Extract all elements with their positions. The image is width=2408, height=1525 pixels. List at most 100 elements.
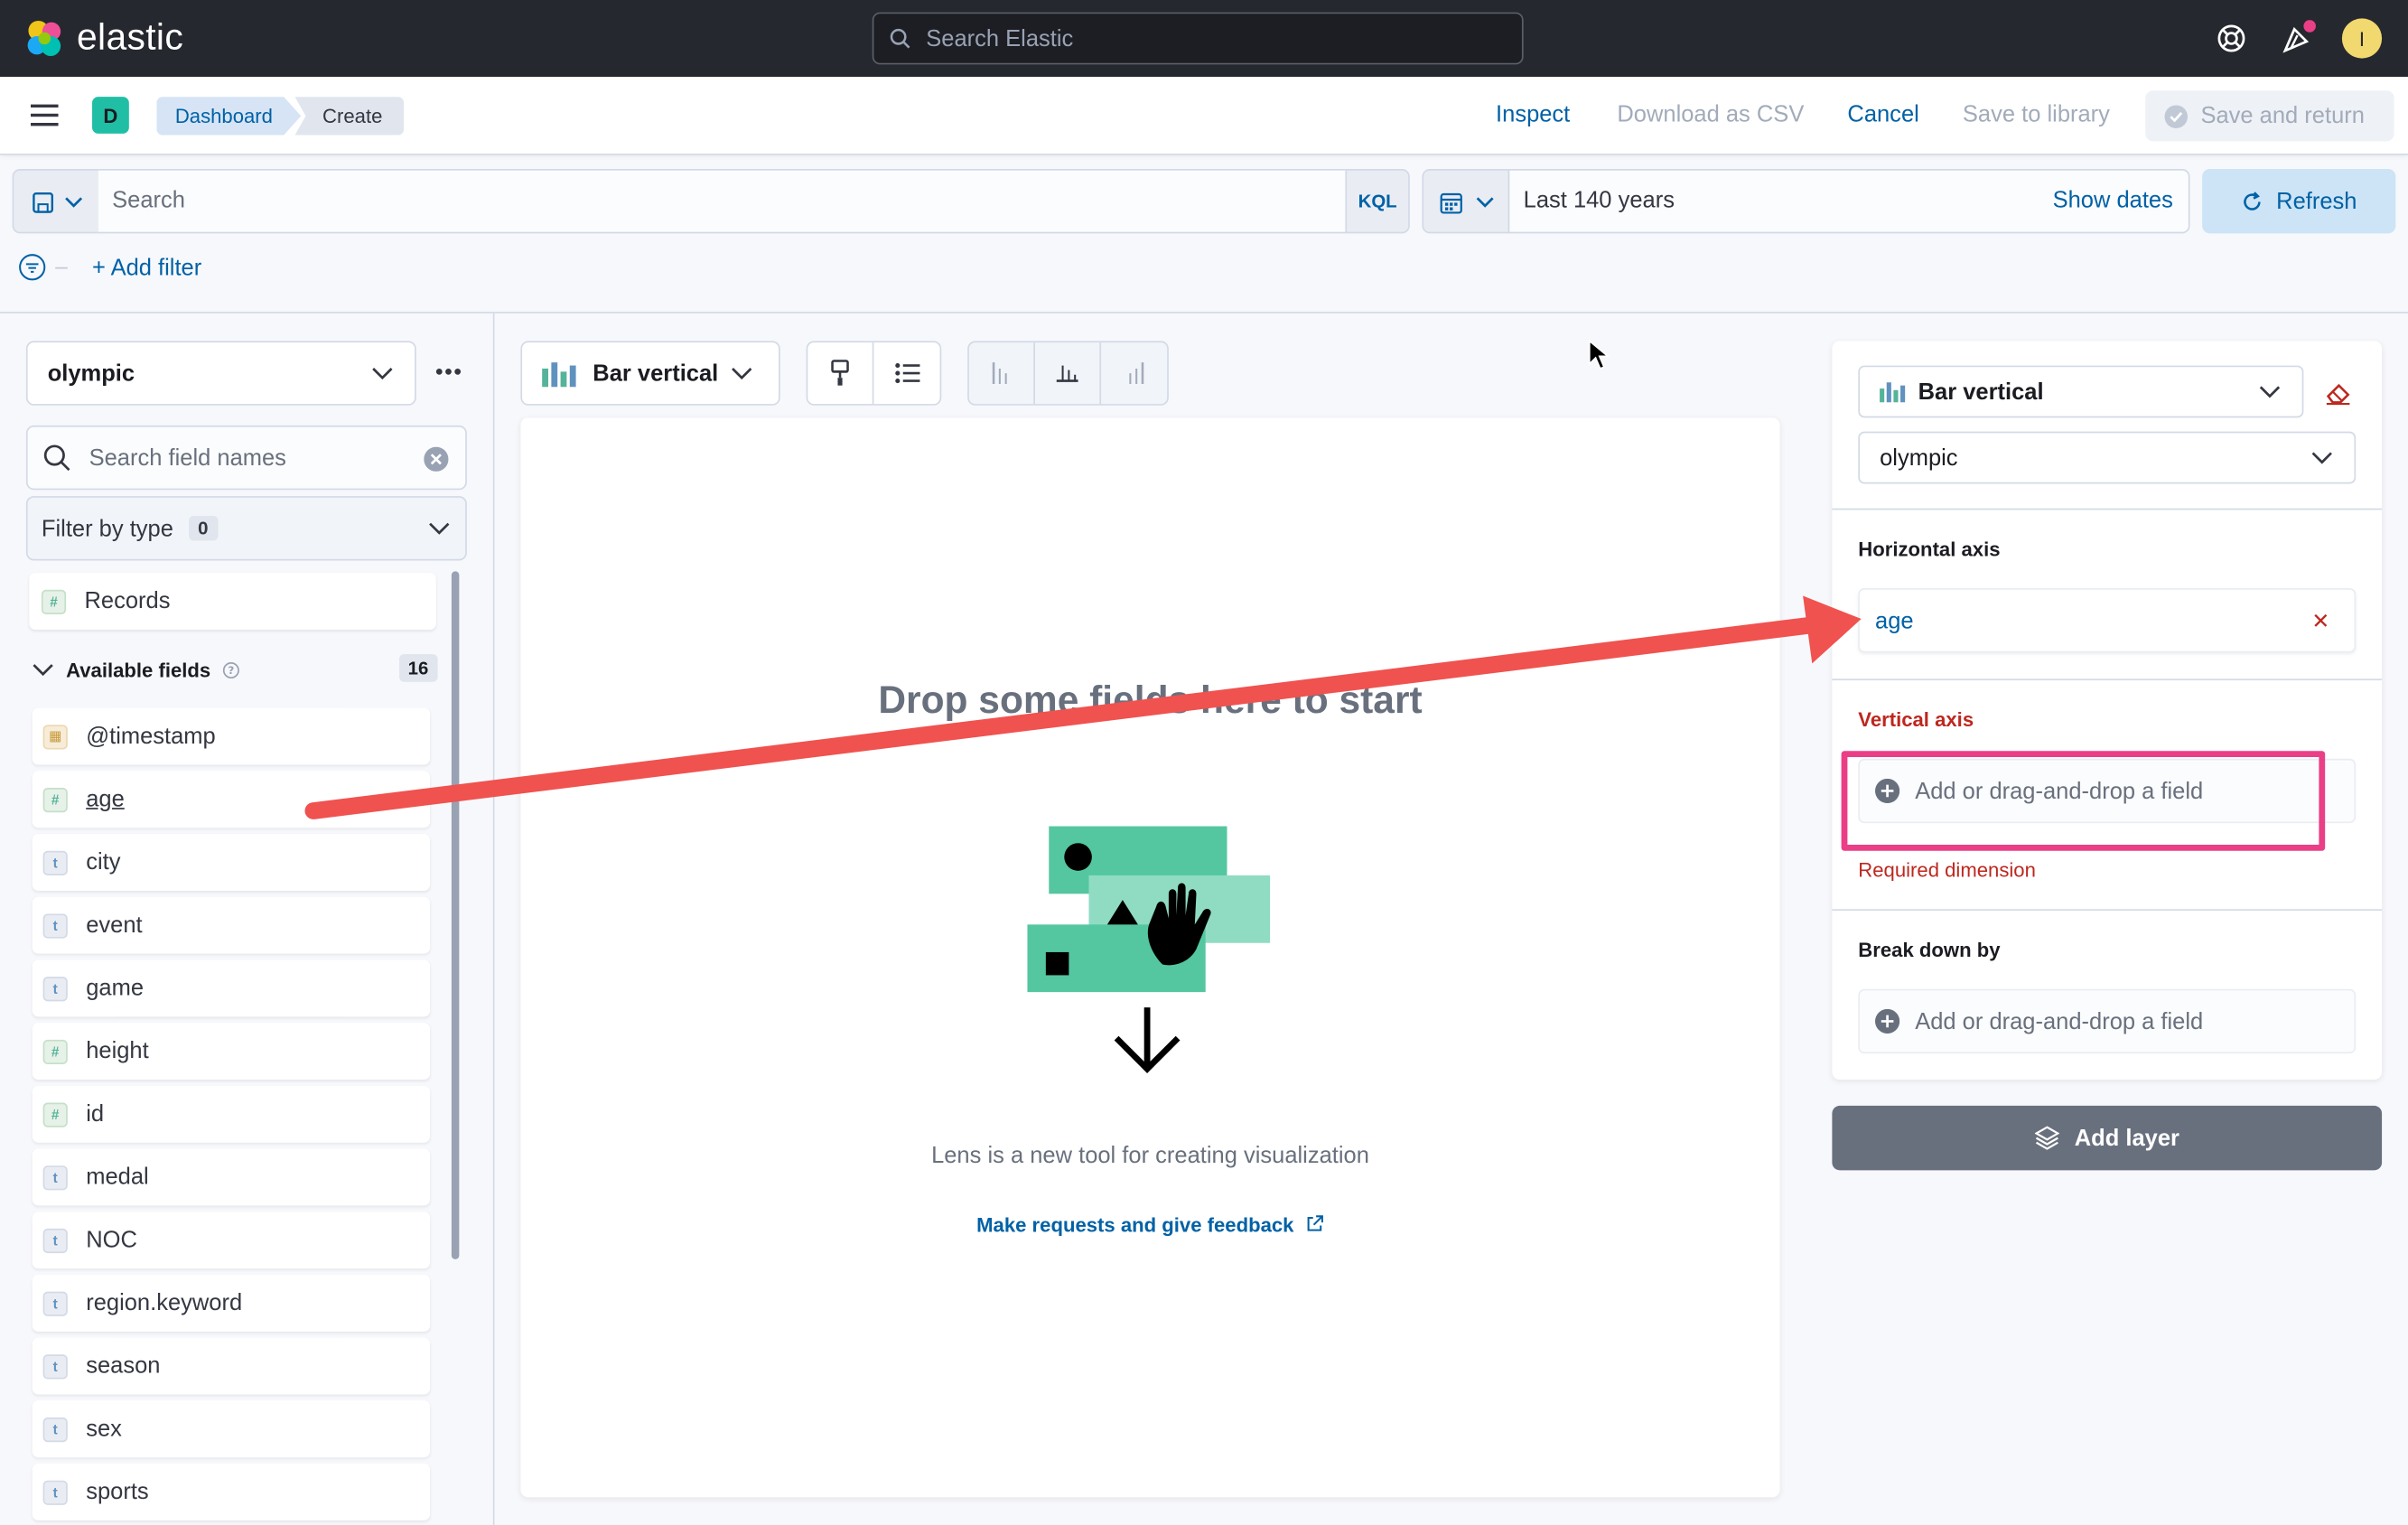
svg-text:?: ? — [229, 663, 235, 676]
layer-chart-type-select[interactable]: Bar vertical — [1858, 365, 2304, 418]
bottom-axis-button[interactable] — [1035, 342, 1102, 405]
field-item[interactable]: t sex — [32, 1400, 431, 1458]
workspace-canvas[interactable]: Drop some fields here to start Lens is a… — [520, 417, 1780, 1498]
field-item[interactable]: t region.keyword — [32, 1274, 431, 1332]
field-name: age — [86, 786, 125, 813]
elastic-logo[interactable]: elastic — [24, 17, 183, 61]
field-name: @timestamp — [86, 723, 216, 750]
mouse-cursor-icon — [1588, 339, 1610, 370]
search-icon — [43, 444, 70, 472]
visual-options-button[interactable] — [807, 342, 874, 405]
field-item[interactable]: t sports — [32, 1464, 431, 1520]
field-list: ▦ @timestamp # age t city t event t game # height # i… — [32, 707, 431, 1525]
bottom-axis-icon — [1056, 365, 1078, 382]
saved-query-button[interactable] — [12, 168, 100, 234]
string-type-icon: t — [42, 1353, 68, 1379]
add-filter-button[interactable]: + Add filter — [92, 254, 201, 280]
field-item[interactable]: t medal — [32, 1148, 431, 1206]
filter-by-type-button[interactable]: Filter by type 0 — [25, 496, 467, 561]
data-view-selector[interactable]: olympic — [25, 341, 416, 406]
field-item[interactable]: t event — [32, 896, 431, 954]
left-axis-button[interactable] — [969, 342, 1035, 405]
layers-icon — [2034, 1126, 2059, 1150]
legend-icon — [894, 363, 919, 384]
field-item[interactable]: t NOC — [32, 1212, 431, 1269]
horizontal-axis-dimension[interactable]: age ✕ — [1858, 588, 2357, 653]
field-search-input[interactable]: Search field names — [25, 425, 467, 491]
breakdown-placeholder: Add or drag-and-drop a field — [1915, 1007, 2204, 1034]
appearance-toolbar — [806, 341, 942, 406]
layer-chart-type-label: Bar vertical — [1918, 379, 2044, 405]
more-options-icon[interactable] — [433, 362, 463, 380]
filter-menu-icon[interactable] — [18, 253, 46, 281]
remove-dimension-icon[interactable]: ✕ — [2311, 608, 2329, 634]
axis-toolbar — [967, 341, 1169, 406]
field-name: game — [86, 975, 145, 1002]
field-name: event — [86, 912, 143, 939]
field-item[interactable]: t city — [32, 834, 431, 891]
number-type-icon: # — [42, 787, 68, 812]
download-csv-link[interactable]: Download as CSV — [1617, 101, 1804, 127]
field-item[interactable]: t game — [32, 959, 431, 1017]
kql-language-toggle[interactable]: KQL — [1345, 168, 1410, 234]
legend-options-button[interactable] — [873, 342, 939, 404]
field-item[interactable]: t season — [32, 1337, 431, 1395]
right-axis-icon — [1128, 362, 1143, 384]
filter-count-badge: 0 — [188, 516, 218, 541]
breakdown-label: Break down by — [1858, 938, 2001, 962]
news-icon[interactable] — [2279, 20, 2316, 57]
chevron-down-icon — [33, 663, 53, 676]
chart-type-switcher[interactable]: Bar vertical — [520, 341, 780, 406]
records-field[interactable]: # Records — [29, 573, 436, 630]
save-and-return-button[interactable]: Save and return — [2145, 90, 2394, 142]
refresh-button[interactable]: Refresh — [2202, 168, 2396, 234]
field-name: height — [86, 1038, 149, 1065]
help-icon[interactable] — [2213, 20, 2250, 57]
horizontal-axis-value: age — [1875, 607, 1914, 634]
save-query-icon — [33, 192, 53, 213]
config-divider — [1832, 678, 2383, 681]
plus-circle-icon — [1875, 1008, 1900, 1034]
elastic-logo-icon — [27, 20, 61, 57]
clear-icon[interactable] — [424, 446, 449, 472]
left-axis-icon — [992, 362, 1007, 384]
required-dimension-text: Required dimension — [1858, 858, 2036, 882]
string-type-icon: t — [42, 1165, 68, 1190]
paintbrush-icon — [831, 360, 849, 386]
inspect-link[interactable]: Inspect — [1496, 101, 1570, 127]
field-name: id — [86, 1100, 105, 1127]
available-fields-header[interactable]: Available fields ? 16 — [33, 652, 438, 686]
global-search-input[interactable]: Search Elastic — [872, 12, 1524, 65]
filter-divider — [55, 266, 68, 268]
field-item[interactable]: # id — [32, 1085, 431, 1143]
records-label: Records — [84, 588, 171, 614]
string-type-icon: t — [42, 1228, 68, 1253]
field-name: medal — [86, 1164, 149, 1191]
string-type-icon: t — [42, 1417, 68, 1442]
feedback-link[interactable]: Make requests and give feedback — [520, 1213, 1779, 1236]
check-circle-icon — [2164, 104, 2189, 128]
field-item[interactable]: # height — [32, 1023, 431, 1081]
lens-description: Lens is a new tool for creating visualiz… — [931, 1142, 1369, 1169]
breadcrumb-dashboard[interactable]: Dashboard — [156, 97, 302, 136]
query-search-input[interactable]: Search — [98, 168, 1346, 234]
available-fields-label: Available fields — [66, 658, 211, 681]
menu-icon[interactable] — [31, 103, 59, 127]
field-item[interactable]: ▦ @timestamp — [32, 707, 431, 765]
save-and-return-label: Save and return — [2200, 102, 2365, 129]
time-range-display[interactable]: Last 140 years Show dates — [1507, 168, 2190, 234]
right-axis-button[interactable] — [1101, 342, 1167, 404]
user-avatar[interactable]: I — [2341, 18, 2383, 59]
clear-layer-icon[interactable] — [2323, 381, 2351, 406]
field-item[interactable]: # age — [32, 771, 431, 828]
field-list-scrollbar[interactable] — [451, 571, 460, 1259]
add-layer-button[interactable]: Add layer — [1832, 1105, 2383, 1171]
date-type-icon: ▦ — [42, 724, 68, 749]
space-avatar[interactable]: D — [92, 97, 129, 134]
save-to-library-link[interactable]: Save to library — [1963, 101, 2110, 127]
show-dates-link[interactable]: Show dates — [2053, 187, 2173, 213]
layer-index-select[interactable]: olympic — [1858, 431, 2357, 484]
date-quick-menu-button[interactable] — [1422, 168, 1510, 234]
cancel-link[interactable]: Cancel — [1847, 101, 1918, 127]
breakdown-dropzone[interactable]: Add or drag-and-drop a field — [1858, 988, 2357, 1054]
